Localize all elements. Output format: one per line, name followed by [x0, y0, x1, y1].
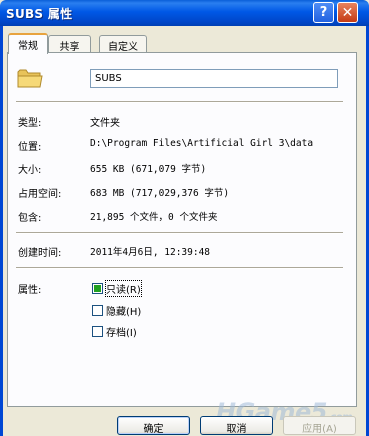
close-button[interactable]: ✕ [337, 2, 358, 23]
archive-label[interactable]: 存档(I) [106, 324, 137, 339]
size-value: 655 KB (671,079 字节) [90, 164, 207, 175]
cancel-button[interactable]: 取消 [200, 416, 273, 435]
type-value: 文件夹 [90, 118, 120, 129]
tab-panel-general [7, 52, 357, 407]
created-label: 创建时间: [18, 248, 62, 259]
hidden-label[interactable]: 隐藏(H) [106, 303, 141, 318]
created-value: 2011年4月6日, 12:39:48 [90, 247, 211, 258]
type-label: 类型: [18, 118, 42, 129]
readonly-label[interactable]: 只读(R) [105, 280, 142, 297]
tab-sharing[interactable]: 共享 [48, 35, 91, 53]
window-title: SUBS 属性 [6, 7, 73, 21]
readonly-checkbox[interactable] [92, 283, 103, 294]
attributes-label: 属性: [18, 285, 42, 296]
window-frame-left [0, 26, 3, 436]
properties-dialog: SUBS 属性 ? ✕ 常规 共享 自定义 SUBS 类型: 文件夹 位置: D… [0, 0, 369, 436]
archive-checkbox[interactable] [92, 326, 103, 337]
separator [16, 101, 343, 103]
folder-icon [17, 69, 43, 88]
title-bar[interactable]: SUBS 属性 ? ✕ [0, 0, 369, 26]
tab-customize[interactable]: 自定义 [99, 35, 147, 53]
hidden-checkbox[interactable] [92, 305, 103, 316]
close-icon: ✕ [341, 4, 354, 21]
disk-size-value: 683 MB (717,029,376 字节) [90, 188, 230, 199]
location-label: 位置: [18, 142, 42, 153]
help-button[interactable]: ? [313, 2, 334, 23]
help-icon: ? [319, 5, 328, 20]
disk-size-label: 占用空间: [18, 189, 62, 200]
folder-name-field[interactable]: SUBS [90, 69, 338, 88]
apply-button[interactable]: 应用(A) [283, 416, 356, 435]
contains-label: 包含: [18, 213, 42, 224]
tab-general[interactable]: 常规 [8, 33, 48, 54]
size-label: 大小: [18, 165, 42, 176]
ok-button[interactable]: 确定 [117, 416, 190, 435]
separator [16, 232, 343, 234]
separator [16, 267, 343, 269]
location-value: D:\Program Files\Artificial Girl 3\data [90, 138, 314, 149]
contains-value: 21,895 个文件，0 个文件夹 [90, 212, 218, 223]
